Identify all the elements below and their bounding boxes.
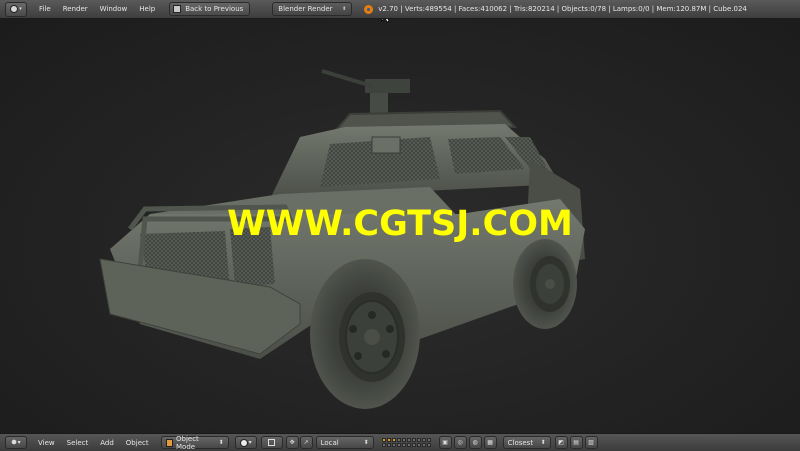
chevron-down-icon: ▾ xyxy=(17,438,21,446)
back-to-previous-label: Back to Previous xyxy=(185,5,244,13)
updown-arrows-icon: ⬍ xyxy=(342,6,347,12)
layer-button[interactable] xyxy=(406,438,411,442)
layer-button[interactable] xyxy=(391,438,396,442)
menu-window[interactable]: Window xyxy=(94,5,134,13)
view-menu: View Select Add Object xyxy=(32,439,155,447)
camera-icon: ▤ xyxy=(573,438,579,446)
menu-add[interactable]: Add xyxy=(94,439,120,447)
back-icon xyxy=(173,5,182,13)
render-engine-label: Blender Render xyxy=(278,5,333,13)
manipulator-icon: ✥ xyxy=(289,438,295,446)
editor-type-icon xyxy=(10,5,19,13)
translate-toggle[interactable]: ↗ xyxy=(299,436,313,449)
menu-select[interactable]: Select xyxy=(61,439,95,447)
layer-button[interactable] xyxy=(416,438,421,442)
opengl-render-button[interactable]: ◩ xyxy=(554,436,568,449)
snap-element-icon: ▦ xyxy=(487,438,493,446)
updown-arrows-icon: ⬍ xyxy=(540,438,546,446)
layer-button[interactable] xyxy=(396,443,401,447)
layer-grid[interactable] xyxy=(381,438,431,447)
editor-type-button[interactable]: ⬢ ▾ xyxy=(5,436,27,449)
translate-icon: ↗ xyxy=(303,438,309,446)
3d-view-icon: ⬢ xyxy=(11,438,17,446)
proportional-edit-icon: ◎ xyxy=(457,438,463,446)
layer-button[interactable] xyxy=(421,438,426,442)
layer-button[interactable] xyxy=(416,443,421,447)
layer-button[interactable] xyxy=(401,443,406,447)
image-icon: ▨ xyxy=(588,438,594,446)
pivot-point-button[interactable] xyxy=(260,436,283,449)
layer-button[interactable] xyxy=(426,438,431,442)
editor-type-button[interactable]: ▾ xyxy=(5,1,27,17)
mode-label: Object Mode xyxy=(176,434,199,451)
render-engine-select[interactable]: Blender Render ⬍ xyxy=(272,2,353,16)
snap-target-label: Closest xyxy=(507,438,534,447)
orientation-label: Local xyxy=(320,438,339,447)
chevron-down-icon: ▾ xyxy=(248,438,252,446)
tool-icons: ▣ ◎ ◍ ▦ xyxy=(438,436,497,449)
updown-arrows-icon: ⬍ xyxy=(363,438,369,446)
chevron-down-icon: ▾ xyxy=(19,6,22,12)
layer-button[interactable] xyxy=(406,443,411,447)
layer-button[interactable] xyxy=(386,438,391,442)
opengl-render-animation-button[interactable]: ▤ xyxy=(569,436,583,449)
layer-button[interactable] xyxy=(426,443,431,447)
lock-icon: ▣ xyxy=(442,438,448,446)
viewport-shading-icon xyxy=(239,438,248,447)
menu-view[interactable]: View xyxy=(32,439,61,447)
snap-target-select[interactable]: Closest ⬍ xyxy=(502,436,551,449)
rear-wheel xyxy=(513,239,577,329)
layer-button[interactable] xyxy=(401,438,406,442)
transform-orientation-select[interactable]: Local ⬍ xyxy=(315,436,374,449)
snap-icon: ◍ xyxy=(472,438,478,446)
manipulator-toggle[interactable]: ✥ xyxy=(285,436,299,449)
render-icons: ◩ ▤ ▨ xyxy=(554,436,598,449)
layer-button[interactable] xyxy=(411,443,416,447)
3d-view-header: ⬢ ▾ View Select Add Object Object Mode ⬍… xyxy=(0,433,800,451)
menu-object[interactable]: Object xyxy=(120,439,155,447)
layer-button[interactable] xyxy=(381,438,386,442)
snap-toggle-button[interactable]: ◍ xyxy=(468,436,482,449)
menu-help[interactable]: Help xyxy=(133,5,161,13)
watermark-text: WWW.CGTSJ.COM xyxy=(227,204,573,244)
layer-button[interactable] xyxy=(381,443,386,447)
render-icon: ◩ xyxy=(558,438,564,446)
blender-logo-icon xyxy=(364,4,374,14)
scene-statistics: v2.70 | Verts:489554 | Faces:410062 | Tr… xyxy=(378,5,747,13)
menu-file[interactable]: File xyxy=(33,5,57,13)
viewport-shading-button[interactable]: ▾ xyxy=(234,436,257,449)
layer-button[interactable] xyxy=(421,443,426,447)
snap-element-button[interactable]: ▦ xyxy=(483,436,497,449)
menu-render[interactable]: Render xyxy=(57,5,94,13)
layer-button[interactable] xyxy=(391,443,396,447)
back-to-previous-button[interactable]: Back to Previous xyxy=(169,2,251,16)
object-cube-icon xyxy=(165,438,173,447)
updown-arrows-icon: ⬍ xyxy=(218,438,224,446)
info-header: ▾ File Render Window Help Back to Previo… xyxy=(0,0,800,19)
mouse-cursor-icon xyxy=(381,19,390,23)
proportional-edit-button[interactable]: ◎ xyxy=(453,436,467,449)
lock-layers-button[interactable]: ▣ xyxy=(438,436,452,449)
front-wheel xyxy=(310,259,420,409)
3d-viewport[interactable]: WWW.CGTSJ.COM xyxy=(0,19,800,433)
manipulator-toggles: ✥ ↗ xyxy=(285,436,313,449)
render-view-button[interactable]: ▨ xyxy=(584,436,598,449)
layer-button[interactable] xyxy=(386,443,391,447)
mode-select[interactable]: Object Mode ⬍ xyxy=(160,434,229,451)
layer-button[interactable] xyxy=(396,438,401,442)
pivot-icon xyxy=(268,439,276,446)
layer-button[interactable] xyxy=(411,438,416,442)
main-menu: File Render Window Help xyxy=(33,5,161,13)
